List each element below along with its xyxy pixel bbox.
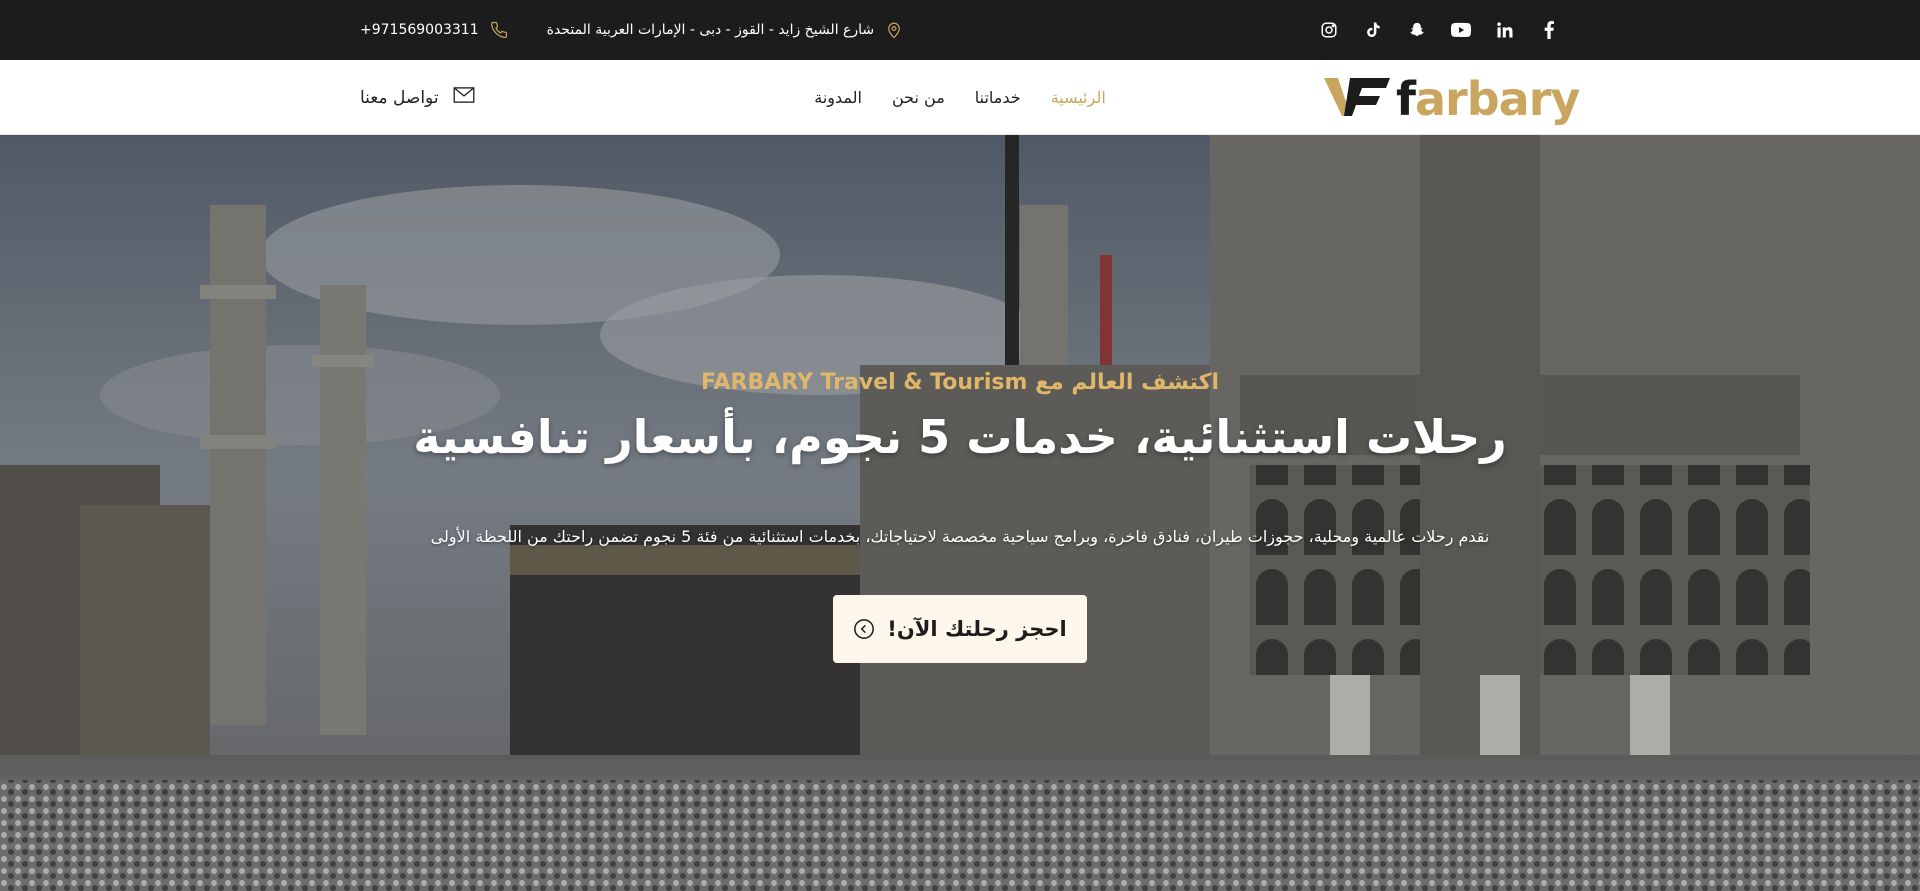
circle-arrow-left-icon (853, 618, 875, 640)
linkedin-icon[interactable] (1494, 19, 1516, 41)
nav-links: الرئيسية خدماتنا من نحن المدونة (0, 60, 1920, 135)
snapchat-icon[interactable] (1406, 19, 1428, 41)
nav-item-services[interactable]: خدماتنا (975, 88, 1021, 107)
nav-item-about[interactable]: من نحن (892, 88, 945, 107)
facebook-icon[interactable] (1538, 19, 1560, 41)
instagram-icon[interactable] (1318, 19, 1340, 41)
book-trip-label: احجز رحلتك الآن! (887, 617, 1067, 641)
logo-mark-icon (1324, 76, 1390, 122)
contact-us-link[interactable]: تواصل معنا (360, 60, 475, 135)
social-links (1318, 0, 1560, 60)
nav-item-home[interactable]: الرئيسية (1051, 88, 1106, 107)
hero-eyebrow: اكتشف العالم مع FARBARY Travel & Tourism (701, 370, 1219, 395)
top-bar: +971569003311 شارع الشيخ زايد - القوز - … (0, 0, 1920, 60)
location-pin-icon (884, 20, 904, 40)
hero-section: اكتشف العالم مع FARBARY Travel & Tourism… (0, 135, 1920, 891)
top-contact-info: +971569003311 شارع الشيخ زايد - القوز - … (360, 0, 904, 60)
book-trip-button[interactable]: احجز رحلتك الآن! (833, 595, 1087, 663)
youtube-icon[interactable] (1450, 19, 1472, 41)
contact-us-label: تواصل معنا (360, 87, 439, 108)
phone-icon (489, 20, 509, 40)
main-nav: تواصل معنا الرئيسية خدماتنا من نحن المدو… (0, 60, 1920, 135)
hero-content: اكتشف العالم مع FARBARY Travel & Tourism… (0, 135, 1920, 891)
logo-wordmark: farbary (1396, 72, 1580, 126)
hero-headline: رحلات استثنائية، خدمات 5 نجوم، بأسعار تن… (413, 410, 1507, 464)
nav-item-blog[interactable]: المدونة (814, 88, 862, 107)
address-text: شارع الشيخ زايد - القوز - دبى - الإمارات… (546, 22, 875, 38)
mail-icon (453, 87, 475, 108)
brand-logo[interactable]: farbary (1324, 72, 1580, 126)
phone-number[interactable]: +971569003311 (360, 22, 479, 38)
hero-subline: نقدم رحلات عالمية ومحلية، حجوزات طيران، … (430, 527, 1490, 546)
tiktok-icon[interactable] (1362, 19, 1384, 41)
